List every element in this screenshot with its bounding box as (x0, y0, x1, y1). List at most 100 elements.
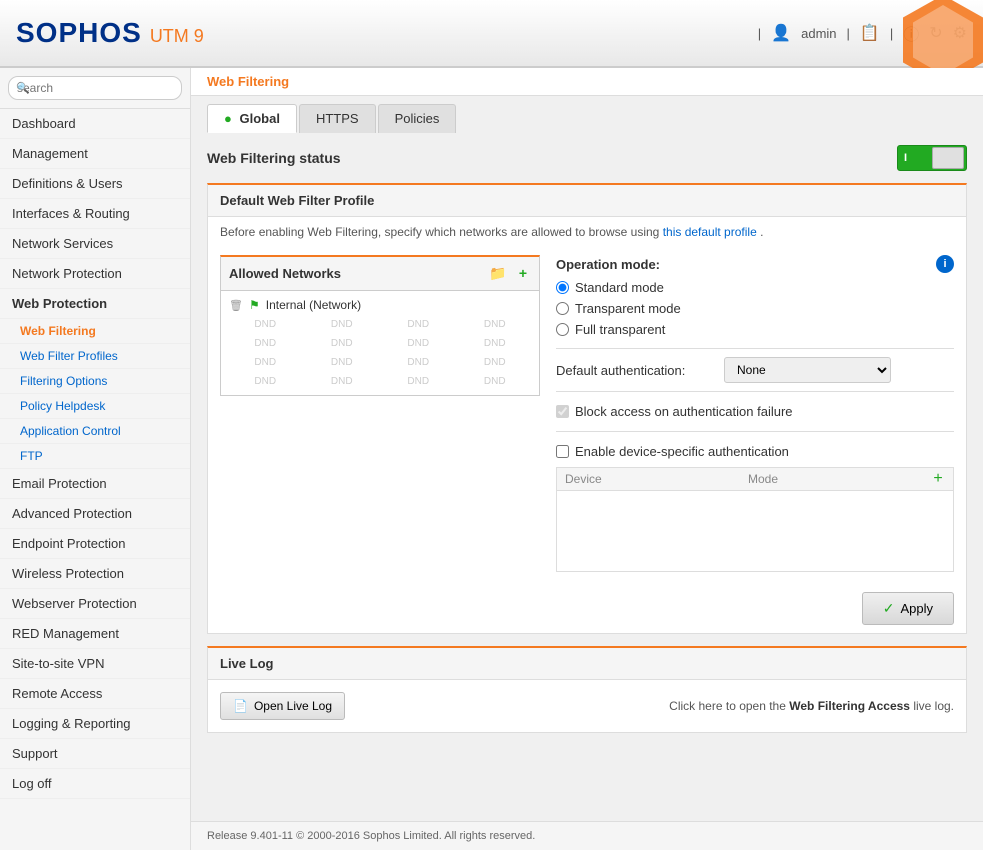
sidebar-sub-ftp[interactable]: FTP (0, 444, 190, 469)
network-name: Internal (Network) (266, 298, 361, 312)
sidebar-item-network-protection[interactable]: Network Protection (0, 259, 190, 289)
radio-full-transparent-label: Full transparent (575, 322, 665, 337)
sidebar-item-email-protection[interactable]: Email Protection (0, 469, 190, 499)
live-log-info-link: Web Filtering Access (789, 699, 910, 713)
apply-check-icon: ✓ (883, 600, 895, 617)
tabs-bar: ● Global HTTPS Policies (191, 96, 983, 133)
networks-add-icon[interactable]: + (515, 263, 531, 284)
networks-body: 🗑 ⚑ Internal (Network) DND DND DND DND (221, 291, 539, 395)
sidebar-sub-web-filter-profiles[interactable]: Web Filter Profiles (0, 344, 190, 369)
network-item-internal: 🗑 ⚑ Internal (Network) (225, 295, 535, 315)
radio-standard-mode[interactable]: Standard mode (556, 277, 954, 298)
info-circle-icon[interactable]: i (936, 255, 954, 273)
status-toggle[interactable]: I (897, 145, 967, 171)
dnd-row-1: DND DND DND DND (225, 315, 535, 334)
block-access-label: Block access on authentication failure (575, 404, 793, 419)
sidebar-item-management[interactable]: Management (0, 139, 190, 169)
status-bar: Web Filtering status I (207, 145, 967, 171)
search-icon: 🔍 (16, 82, 30, 95)
sidebar-item-advanced-protection[interactable]: Advanced Protection (0, 499, 190, 529)
device-auth-label: Enable device-specific authentication (575, 444, 789, 459)
sidebar-item-network-services[interactable]: Network Services (0, 229, 190, 259)
info-link[interactable]: this default profile (663, 225, 757, 239)
device-auth-row: Enable device-specific authentication (556, 440, 954, 463)
info-text: Before enabling Web Filtering, specify w… (208, 217, 966, 247)
tab-https-label: HTTPS (316, 111, 359, 126)
sidebar-item-support[interactable]: Support (0, 739, 190, 769)
open-live-log-button[interactable]: 📄 Open Live Log (220, 692, 345, 720)
sidebar-item-dashboard[interactable]: Dashboard (0, 109, 190, 139)
open-log-label: Open Live Log (254, 699, 332, 713)
panel-left: Allowed Networks 📁 + 🗑 ⚑ In (220, 255, 540, 572)
radio-full-transparent[interactable]: Full transparent (556, 319, 954, 340)
mode-col-header: Mode (740, 468, 923, 490)
dnd-row-2: DND DND DND DND (225, 334, 535, 353)
search-wrapper: 🔍 (8, 76, 182, 100)
op-mode-label: Operation mode: (556, 257, 660, 272)
footer-text: Release 9.401-11 © 2000-2016 Sophos Limi… (207, 830, 535, 842)
sidebar-sub-policy-helpdesk[interactable]: Policy Helpdesk (0, 394, 190, 419)
radio-transparent-mode[interactable]: Transparent mode (556, 298, 954, 319)
sidebar-sub-web-filtering[interactable]: Web Filtering (0, 319, 190, 344)
radio-full-transparent-input[interactable] (556, 323, 569, 336)
status-label: Web Filtering status (207, 150, 341, 166)
toggle-on-label: I (898, 152, 907, 164)
panel-right: Operation mode: i Standard mode Transpar… (556, 255, 954, 572)
tab-https[interactable]: HTTPS (299, 104, 376, 133)
live-log-body: 📄 Open Live Log Click here to open the W… (208, 680, 966, 732)
sidebar-sub-application-control[interactable]: Application Control (0, 419, 190, 444)
sidebar-item-wireless-protection[interactable]: Wireless Protection (0, 559, 190, 589)
sidebar-item-red-management[interactable]: RED Management (0, 619, 190, 649)
toggle-knob (932, 147, 964, 169)
sidebar-item-site-to-site-vpn[interactable]: Site-to-site VPN (0, 649, 190, 679)
panel-header: Default Web Filter Profile (208, 185, 966, 217)
sidebar-item-endpoint-protection[interactable]: Endpoint Protection (0, 529, 190, 559)
live-log-info: Click here to open the Web Filtering Acc… (669, 699, 954, 713)
radio-standard-input[interactable] (556, 281, 569, 294)
device-table-add-icon[interactable]: + (923, 468, 953, 490)
clipboard-icon[interactable]: 📋 (860, 23, 880, 43)
op-mode-row: Operation mode: i (556, 255, 954, 273)
device-auth-checkbox[interactable] (556, 445, 569, 458)
header: SOPHOS UTM 9 | 👤 admin | 📋 | ⓘ ↻ ⚙ (0, 0, 983, 68)
radio-group-mode: Standard mode Transparent mode Full tran… (556, 277, 954, 340)
device-table-header: Device Mode + (557, 468, 953, 491)
sidebar-item-log-off[interactable]: Log off (0, 769, 190, 799)
open-log-icon: 📄 (233, 699, 248, 713)
sidebar-item-definitions-users[interactable]: Definitions & Users (0, 169, 190, 199)
search-input[interactable] (8, 76, 182, 100)
sidebar-item-webserver-protection[interactable]: Webserver Protection (0, 589, 190, 619)
networks-header-label: Allowed Networks (229, 266, 341, 281)
sidebar: 🔍 Dashboard Management Definitions & Use… (0, 68, 191, 850)
sidebar-sub-filtering-options[interactable]: Filtering Options (0, 369, 190, 394)
separator-1 (556, 348, 954, 349)
dnd-row-3: DND DND DND DND (225, 353, 535, 372)
networks-folder-icon[interactable]: 📁 (485, 263, 510, 284)
header-separator: | (758, 26, 761, 41)
default-auth-select[interactable]: None Basic NTLM Active Directory SSO (724, 357, 891, 383)
live-log-title: Live Log (220, 656, 273, 671)
tab-policies[interactable]: Policies (378, 104, 457, 133)
allowed-networks-box: Allowed Networks 📁 + 🗑 ⚑ In (220, 255, 540, 396)
sidebar-item-interfaces-routing[interactable]: Interfaces & Routing (0, 199, 190, 229)
tab-policies-label: Policies (395, 111, 440, 126)
radio-transparent-input[interactable] (556, 302, 569, 315)
tab-global[interactable]: ● Global (207, 104, 297, 133)
user-icon[interactable]: 👤 (771, 23, 791, 43)
content-area: Web Filtering status I Default Web Filte… (191, 133, 983, 821)
apply-button[interactable]: ✓ Apply (862, 592, 954, 625)
block-access-row: Block access on authentication failure (556, 400, 954, 423)
tab-active-icon: ● (224, 111, 232, 126)
sophos-hex-logo (903, 0, 983, 68)
networks-header: Allowed Networks 📁 + (221, 257, 539, 291)
sidebar-item-logging-reporting[interactable]: Logging & Reporting (0, 709, 190, 739)
network-delete-icon[interactable]: 🗑 (229, 299, 243, 312)
block-access-checkbox[interactable] (556, 405, 569, 418)
separator-2 (556, 391, 954, 392)
logo: SOPHOS UTM 9 (16, 17, 204, 49)
device-col-header: Device (557, 468, 740, 490)
sidebar-item-remote-access[interactable]: Remote Access (0, 679, 190, 709)
device-table: Device Mode + (556, 467, 954, 572)
sidebar-section-web-protection: Web Protection (0, 289, 190, 319)
networks-header-icons: 📁 + (485, 263, 531, 284)
